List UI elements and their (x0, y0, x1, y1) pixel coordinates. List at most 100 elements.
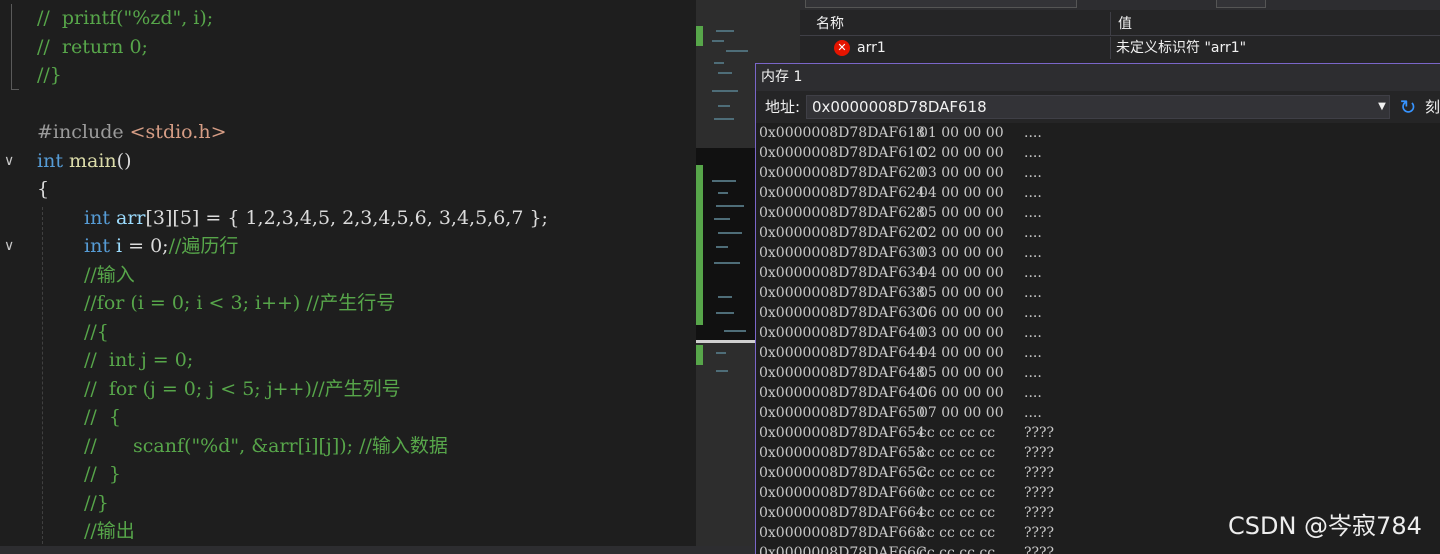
memory-row[interactable]: 0x0000008D78DAF638 05 00 00 00.... (756, 283, 1440, 303)
watermark: CSDN @岑寂784 (1228, 512, 1422, 540)
memory-address: 0x0000008D78DAF65C (759, 465, 927, 481)
code-line[interactable]: // int j = 0; (0, 346, 696, 375)
memory-bytes[interactable]: 04 00 00 00 (919, 183, 1004, 203)
memory-address: 0x0000008D78DAF640 (759, 325, 925, 341)
memory-address: 0x0000008D78DAF660 (759, 485, 925, 501)
code-line[interactable]: ∨ int i = 0;//遍历行 (0, 232, 696, 261)
search-depth-input[interactable] (1216, 0, 1266, 8)
memory-bytes[interactable]: cc cc cc cc (919, 483, 995, 503)
code-line[interactable]: // { (0, 403, 696, 432)
memory-row[interactable]: 0x0000008D78DAF63C 06 00 00 00.... (756, 303, 1440, 323)
memory-bytes[interactable]: cc cc cc cc (919, 543, 995, 554)
code-token: //输出 (84, 520, 135, 542)
memory-row[interactable]: 0x0000008D78DAF658 cc cc cc cc???? (756, 443, 1440, 463)
memory-ascii: ???? (1024, 425, 1055, 441)
memory-bytes[interactable]: 03 00 00 00 (919, 163, 1004, 183)
code-line[interactable]: //} (0, 489, 696, 518)
memory-address-bar: 地址: 0x0000008D78DAF618 ▼ ↻ 刻 (756, 91, 1440, 123)
code-text: //for (i = 0; i < 3; i++) //产生行号 (84, 289, 395, 318)
address-input[interactable]: 0x0000008D78DAF618 (806, 95, 1390, 119)
memory-bytes[interactable]: cc cc cc cc (919, 423, 995, 443)
memory-address: 0x0000008D78DAF650 (759, 405, 925, 421)
memory-row[interactable]: 0x0000008D78DAF644 04 00 00 00.... (756, 343, 1440, 363)
memory-row[interactable]: 0x0000008D78DAF66C cc cc cc cc???? (756, 543, 1440, 554)
memory-bytes[interactable]: 05 00 00 00 (919, 363, 1004, 383)
code-line[interactable]: //输入 (0, 261, 696, 290)
memory-bytes[interactable]: cc cc cc cc (919, 443, 995, 463)
code-text: // { (84, 403, 121, 432)
memory-row[interactable]: 0x0000008D78DAF624 04 00 00 00.... (756, 183, 1440, 203)
memory-bytes[interactable]: 07 00 00 00 (919, 403, 1004, 423)
memory-row[interactable]: 0x0000008D78DAF61C 02 00 00 00.... (756, 143, 1440, 163)
memory-row[interactable]: 0x0000008D78DAF62C 02 00 00 00.... (756, 223, 1440, 243)
code-line[interactable]: int arr[3][5] = { 1,2,3,4,5, 2,3,4,5,6, … (0, 204, 696, 233)
memory-bytes[interactable]: 02 00 00 00 (919, 143, 1004, 163)
memory-bytes[interactable]: cc cc cc cc (919, 503, 995, 523)
memory-row[interactable]: 0x0000008D78DAF630 03 00 00 00.... (756, 243, 1440, 263)
code-text: #include <stdio.h> (37, 118, 227, 147)
memory-bytes[interactable]: 04 00 00 00 (919, 343, 1004, 363)
code-line[interactable]: // scanf("%d", &arr[i][j]); //输入数据 (0, 432, 696, 461)
memory-bytes[interactable]: 06 00 00 00 (919, 383, 1004, 403)
column-header-value[interactable]: 值 (1118, 12, 1132, 36)
refresh-icon[interactable]: ↻ (1397, 95, 1419, 119)
memory-row[interactable]: 0x0000008D78DAF65C cc cc cc cc???? (756, 463, 1440, 483)
code-line[interactable]: { (0, 175, 696, 204)
minimap-code-stroke (718, 192, 728, 194)
memory-ascii: .... (1024, 405, 1042, 421)
code-token: [3][5] = { 1,2,3,4,5, 2,3,4,5,6, 3,4,5,6… (145, 206, 548, 229)
memory-bytes[interactable]: 06 00 00 00 (919, 303, 1004, 323)
column-divider[interactable] (1110, 12, 1111, 36)
memory-row[interactable]: 0x0000008D78DAF660 cc cc cc cc???? (756, 483, 1440, 503)
watch-item-value: 未定义标识符 "arr1" (1116, 40, 1247, 56)
code-line[interactable]: // for (j = 0; j < 5; j++)//产生列号 (0, 375, 696, 404)
code-line[interactable]: #include <stdio.h> (0, 118, 696, 147)
code-text: int main() (37, 147, 132, 176)
memory-row[interactable]: 0x0000008D78DAF64C 06 00 00 00.... (756, 383, 1440, 403)
code-token: <stdio.h> (129, 121, 227, 143)
code-line[interactable]: // printf("%zd", i); (0, 4, 696, 33)
fold-toggle-icon[interactable]: ∨ (4, 232, 20, 261)
memory-bytes[interactable]: cc cc cc cc (919, 463, 995, 483)
memory-row[interactable]: 0x0000008D78DAF650 07 00 00 00.... (756, 403, 1440, 423)
memory-address: 0x0000008D78DAF62C (759, 225, 927, 241)
memory-ascii: ???? (1024, 505, 1055, 521)
memory-bytes[interactable]: 05 00 00 00 (919, 283, 1004, 303)
memory-bytes[interactable]: 03 00 00 00 (919, 323, 1004, 343)
code-line[interactable]: //输出 (0, 517, 696, 546)
memory-ascii: ???? (1024, 525, 1055, 541)
memory-title-bar[interactable]: 内存 1 (756, 64, 1440, 91)
code-line[interactable]: //for (i = 0; i < 3; i++) //产生行号 (0, 289, 696, 318)
code-line[interactable]: //} (0, 61, 696, 90)
memory-bytes[interactable]: 04 00 00 00 (919, 263, 1004, 283)
memory-row[interactable]: 0x0000008D78DAF640 03 00 00 00.... (756, 323, 1440, 343)
memory-bytes[interactable]: cc cc cc cc (919, 523, 995, 543)
memory-row[interactable]: 0x0000008D78DAF648 05 00 00 00.... (756, 363, 1440, 383)
column-header-name[interactable]: 名称 (816, 12, 844, 36)
memory-row[interactable]: 0x0000008D78DAF654 cc cc cc cc???? (756, 423, 1440, 443)
memory-address: 0x0000008D78DAF644 (759, 345, 925, 361)
code-line[interactable] (0, 90, 696, 119)
memory-bytes[interactable]: 05 00 00 00 (919, 203, 1004, 223)
code-token: //} (37, 64, 62, 86)
code-editor[interactable]: // printf("%zd", i); // return 0; //} #incl… (0, 0, 696, 554)
memory-bytes[interactable]: 01 00 00 00 (919, 123, 1004, 143)
code-line[interactable]: // } (0, 460, 696, 489)
watch-item-name[interactable]: arr1 (857, 37, 886, 59)
fold-toggle-icon[interactable]: ∨ (4, 147, 20, 176)
watch-row[interactable]: ✕ arr1 未定义标识符 "arr1" (800, 37, 1440, 59)
memory-address: 0x0000008D78DAF664 (759, 505, 925, 521)
memory-bytes[interactable]: 03 00 00 00 (919, 243, 1004, 263)
memory-bytes[interactable]: 02 00 00 00 (919, 223, 1004, 243)
code-line[interactable]: //{ (0, 318, 696, 347)
code-line[interactable]: // return 0; (0, 33, 696, 62)
memory-row[interactable]: 0x0000008D78DAF634 04 00 00 00.... (756, 263, 1440, 283)
memory-row[interactable]: 0x0000008D78DAF620 03 00 00 00.... (756, 163, 1440, 183)
memory-row[interactable]: 0x0000008D78DAF618 01 00 00 00.... (756, 123, 1440, 143)
columns-label: 刻 (1425, 98, 1440, 116)
watch-search-input[interactable] (805, 0, 1077, 8)
memory-ascii: .... (1024, 345, 1042, 361)
chevron-down-icon[interactable]: ▼ (1375, 95, 1389, 119)
memory-row[interactable]: 0x0000008D78DAF628 05 00 00 00.... (756, 203, 1440, 223)
code-line[interactable]: ∨ int main() (0, 147, 696, 176)
